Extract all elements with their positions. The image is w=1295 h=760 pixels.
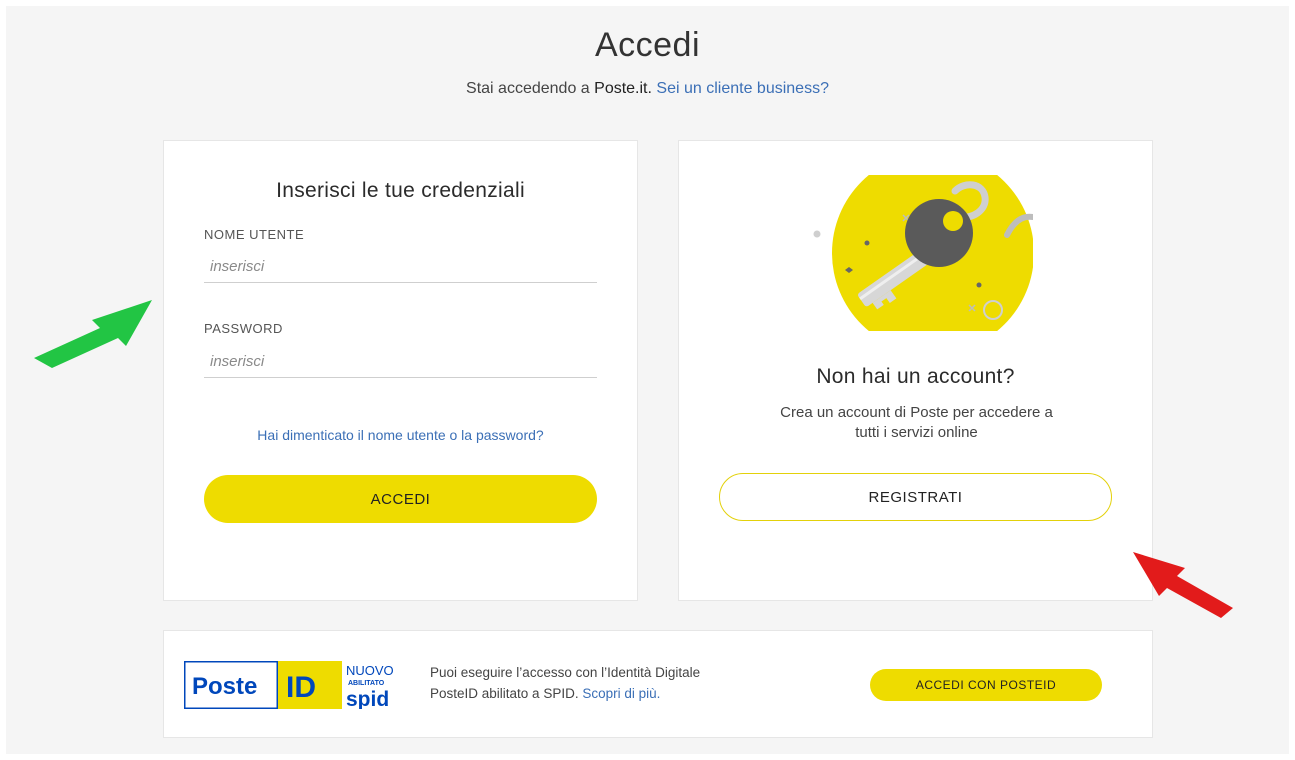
forgot-credentials-link[interactable]: Hai dimenticato il nome utente o la pass… [164, 427, 637, 443]
login-page: Accedi Stai accedendo a Poste.it. Sei un… [6, 6, 1289, 754]
register-description: Crea un account di Poste per accedere a … [709, 403, 1124, 443]
register-description-line2: tutti i servizi online [855, 424, 978, 441]
posteid-card: Poste ID NUOVO ABILITATO spid Puoi esegu… [163, 630, 1153, 738]
login-card: Inserisci le tue credenziali NOME UTENTE… [163, 140, 638, 601]
posteid-description-line2-prefix: PosteID abilitato a SPID. [430, 686, 579, 701]
accedi-button[interactable]: ACCEDI [204, 475, 597, 523]
posteid-description: Puoi eseguire l’accesso con l’Identità D… [430, 662, 830, 704]
subtitle-prefix: Stai accedendo a [466, 80, 590, 97]
scopri-di-piu-link[interactable]: Scopri di più. [582, 686, 660, 701]
logo-poste-text: Poste [192, 673, 257, 700]
username-input[interactable] [204, 251, 597, 283]
accedi-con-posteid-button[interactable]: ACCEDI CON POSTEID [870, 669, 1102, 701]
password-label: PASSWORD [204, 321, 283, 336]
posteid-description-line2: PosteID abilitato a SPID. Scopri di più. [430, 683, 830, 704]
subtitle-brand: Poste.it. [594, 80, 652, 97]
login-card-title: Inserisci le tue credenziali [276, 179, 525, 202]
key-icon [813, 175, 1033, 331]
posteid-spid-logo: Poste ID NUOVO ABILITATO spid [184, 661, 394, 709]
logo-nuovo-text: NUOVO [346, 663, 394, 678]
username-label: NOME UTENTE [204, 227, 305, 242]
page-title: Accedi [594, 26, 701, 64]
logo-abilitato-text: ABILITATO [348, 680, 385, 687]
register-card: Non hai un account? Crea un account di P… [678, 140, 1153, 601]
registrati-button[interactable]: REGISTRATI [719, 473, 1112, 521]
red-arrow-icon [1133, 552, 1233, 618]
green-arrow-icon [34, 300, 152, 368]
page-subtitle: Stai accedendo a Poste.it. Sei un client… [6, 80, 1289, 98]
register-description-line1: Crea un account di Poste per accedere a [780, 404, 1053, 421]
logo-id-text: ID [286, 671, 316, 704]
business-customer-link[interactable]: Sei un cliente business? [656, 80, 829, 97]
register-card-title: Non hai un account? [816, 365, 1015, 388]
logo-spid-text: spid [346, 688, 389, 709]
password-input[interactable] [204, 346, 597, 378]
posteid-description-line1: Puoi eseguire l’accesso con l’Identità D… [430, 665, 701, 680]
